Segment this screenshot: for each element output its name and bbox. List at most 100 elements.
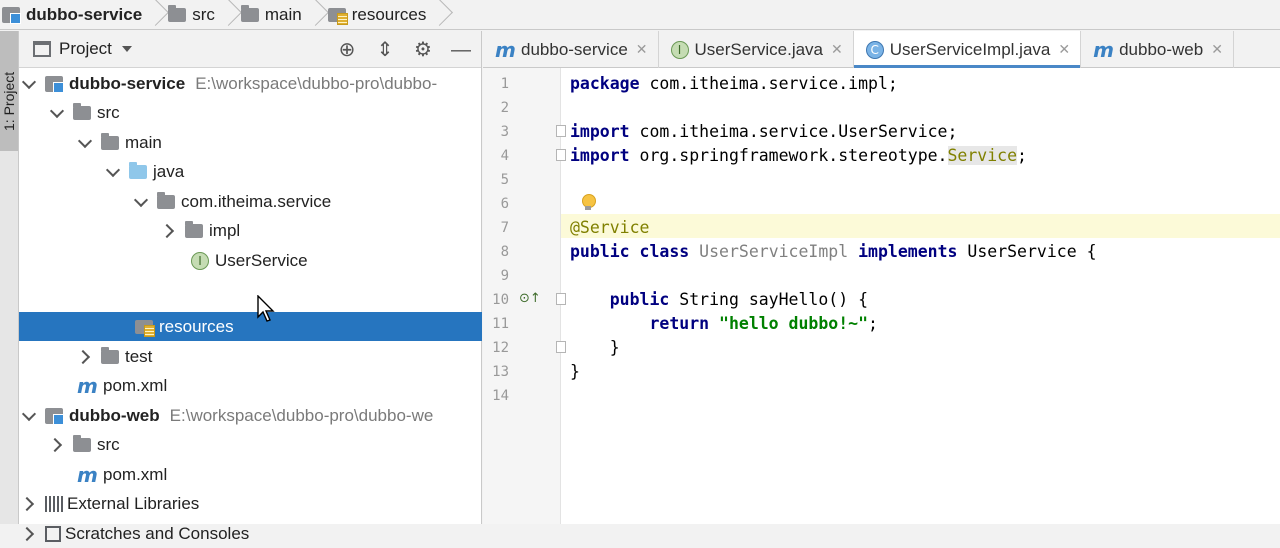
folder-icon [101,132,119,150]
tree-item-src[interactable]: src [19,430,482,459]
line-number: 1 [500,76,509,92]
chevron-right-icon[interactable] [51,439,63,451]
module-icon [2,6,21,24]
chevron-right-icon[interactable] [79,351,91,363]
hide-icon[interactable]: — [451,40,471,60]
tree-item-pom[interactable]: m pom.xml [19,460,482,489]
chevron-down-icon[interactable] [23,410,35,422]
scratches-icon [45,525,61,542]
tree-item-main[interactable]: main [19,128,482,157]
breadcrumb-src[interactable]: src [166,0,239,30]
tab-dubbo-web[interactable]: m dubbo-web ✕ [1081,31,1234,68]
project-view-selector[interactable]: Project [33,39,132,59]
chevron-down-icon[interactable] [51,107,63,119]
mouse-cursor-icon [257,295,275,322]
package-icon [185,220,203,238]
code-line-12: } [570,338,620,357]
tree-item-userservice[interactable]: I UserService [19,246,482,275]
close-icon[interactable]: ✕ [1211,41,1223,58]
breadcrumb-main[interactable]: main [239,0,326,30]
gear-icon[interactable]: ⚙ [413,40,433,60]
breadcrumb-separator [306,0,320,30]
project-panel: Project ⊕ ⇕ ⚙ — dubbo-service E:\workspa… [19,31,482,543]
tree-item-dubbo-web[interactable]: dubbo-web E:\workspace\dubbo-pro\dubbo-w… [19,401,482,430]
tab-dubbo-service[interactable]: m dubbo-service ✕ [483,31,659,68]
source-folder-icon [129,161,147,179]
package-icon [157,191,175,209]
tree-item-java[interactable]: java [19,157,482,186]
chevron-down-icon[interactable] [79,137,91,149]
maven-icon: m [495,37,516,62]
maven-icon: m [77,373,98,398]
lightbulb-icon[interactable] [581,194,596,212]
chevron-down-icon[interactable] [23,78,35,90]
line-number: 12 [492,340,509,356]
module-icon [45,75,64,93]
line-number: 10 [492,292,509,308]
left-tool-strip: 1: Project [0,31,19,524]
chevron-down-icon [121,46,132,52]
fold-marker-icon[interactable] [556,293,566,305]
code-line-11: return "hello dubbo!~"; [570,314,878,333]
tree-item-test[interactable]: test [19,342,482,371]
line-number: 3 [500,124,509,140]
folder-icon [73,434,91,452]
editor-tabs: m dubbo-service ✕ I UserService.java ✕ C… [483,31,1280,69]
chevron-right-icon[interactable] [23,498,35,510]
close-icon[interactable]: ✕ [831,41,843,58]
interface-icon: I [191,251,209,270]
folder-icon [168,4,187,22]
tree-item-src[interactable]: src [19,98,482,127]
breadcrumb-separator [430,0,444,30]
line-number: 14 [492,388,509,404]
locate-icon[interactable]: ⊕ [337,40,357,60]
line-number: 6 [500,196,509,212]
chevron-right-icon[interactable] [23,528,35,540]
navigation-bar: dubbo-service src main resources [0,0,1280,30]
tree-item-resources[interactable]: resources [19,312,482,341]
code-line-13: } [570,362,580,381]
breadcrumb-dubbo-service[interactable]: dubbo-service [0,0,166,30]
line-number: 9 [500,268,509,284]
folder-icon [73,102,91,120]
tab-userservice[interactable]: I UserService.java ✕ [659,31,854,68]
code-line-3: import com.itheima.service.UserService; [570,122,958,141]
maven-icon: m [77,462,98,487]
close-icon[interactable]: ✕ [636,41,648,58]
line-number: 8 [500,244,509,260]
chevron-down-icon[interactable] [107,166,119,178]
tree-item-external-libraries[interactable]: External Libraries [19,489,482,518]
project-icon [33,41,51,57]
code-line-8: public class UserServiceImpl implements … [570,242,1097,261]
tab-userserviceimpl[interactable]: C UserServiceImpl.java ✕ [853,31,1082,69]
library-icon [45,495,63,512]
line-number: 7 [500,220,509,236]
fold-marker-icon[interactable] [556,149,566,161]
project-toolbar: Project ⊕ ⇕ ⚙ — [19,31,481,68]
fold-marker-icon[interactable] [556,125,566,137]
code-line-10: public String sayHello() { [570,290,869,309]
code-editor[interactable]: 1 2 3 4 5 6 7 8 9 10 11 12 13 14 ⊙↑ pack… [483,68,1280,524]
folder-icon [101,346,119,364]
implements-method-icon[interactable]: ⊙↑ [519,291,541,306]
fold-marker-icon[interactable] [556,341,566,353]
class-icon: C [865,40,884,59]
breadcrumb-separator [219,0,233,30]
resources-folder-icon [135,319,155,337]
folder-icon [240,4,259,22]
close-icon[interactable]: ✕ [1058,41,1070,58]
code-line-4: import org.springframework.stereotype.Se… [570,146,1027,165]
chevron-down-icon[interactable] [135,196,147,208]
breadcrumb-resources[interactable]: resources [326,0,451,30]
code-line-7: @Service [570,218,650,237]
tree-item-scratches[interactable]: Scratches and Consoles [19,519,482,548]
line-number: 13 [492,364,509,380]
tree-item-impl[interactable]: impl [19,216,482,245]
tree-item-package[interactable]: com.itheima.service [19,187,482,216]
chevron-right-icon[interactable] [163,225,175,237]
interface-icon: I [670,40,689,59]
project-tool-tab[interactable]: 1: Project [0,31,18,151]
collapse-all-icon[interactable]: ⇕ [375,40,395,60]
tree-item-dubbo-service[interactable]: dubbo-service E:\workspace\dubbo-pro\dub… [19,69,482,98]
tree-item-pom[interactable]: m pom.xml [19,371,482,400]
